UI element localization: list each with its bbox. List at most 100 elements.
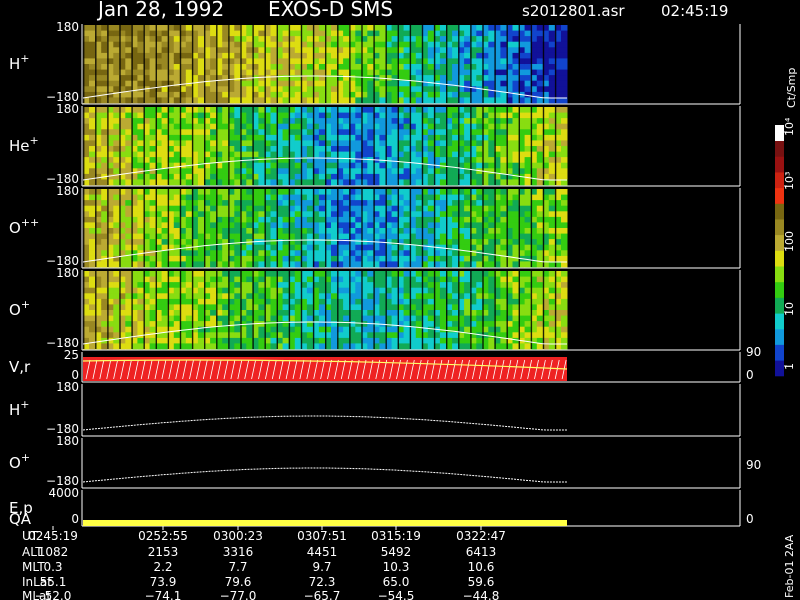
spectrogram-cell <box>149 75 157 82</box>
spectrogram-cell <box>318 97 326 104</box>
spectrogram-cell <box>306 80 314 87</box>
spectrogram-cell <box>464 205 471 212</box>
spectrogram-cell <box>403 52 411 59</box>
spectrogram-cell <box>452 310 459 316</box>
spectrogram-cell <box>367 287 374 294</box>
spectrogram-cell <box>536 293 544 300</box>
spectrogram-cell <box>524 30 532 37</box>
spectrogram-cell <box>210 250 217 257</box>
spectrogram-cell <box>355 146 362 152</box>
spectrogram-cell <box>282 36 290 43</box>
spectrogram-cell <box>427 189 435 195</box>
spectrogram-cell <box>548 80 556 87</box>
spectrogram-cell <box>427 261 435 268</box>
spectrogram-cell <box>222 36 229 43</box>
spin-gap-stripe <box>542 25 545 103</box>
spectrogram-cell <box>101 216 108 223</box>
spectrogram-cell <box>331 97 338 104</box>
spectrogram-cell <box>270 343 277 350</box>
spectrogram-cell <box>379 293 386 300</box>
spectrogram-cell <box>427 271 435 277</box>
spectrogram-cell <box>476 222 483 229</box>
spectrogram-cell <box>343 205 350 212</box>
spectrogram-cell <box>403 337 411 344</box>
spectrogram-cell <box>391 194 399 201</box>
spectrogram-cell <box>379 205 386 212</box>
spectrogram-cell <box>536 52 544 59</box>
spectrogram-cell <box>343 200 350 207</box>
spectrogram-cell <box>391 157 399 164</box>
spectrogram-cell <box>173 173 181 180</box>
spin-gap-stripe <box>167 107 170 185</box>
spectrogram-cell <box>270 107 277 113</box>
spectrogram-cell <box>234 80 241 87</box>
spectrogram-cell <box>161 157 169 164</box>
spectrogram-cell <box>173 69 181 76</box>
spectrogram-cell <box>185 91 193 98</box>
spectrogram-cell <box>367 250 374 257</box>
spectrogram-cell <box>294 343 302 350</box>
spectrogram-cell <box>403 189 411 195</box>
spectrogram-cell <box>331 298 338 305</box>
spectrogram-cell <box>210 282 217 289</box>
spectrogram-cell <box>318 332 326 339</box>
colorbar: 11010010³10⁴ <box>775 117 796 377</box>
spectrogram-cell <box>439 271 447 277</box>
spectrogram-cell <box>173 157 181 164</box>
spectrogram-cell <box>500 107 507 113</box>
spectrogram-cell <box>536 123 544 130</box>
spectrogram-cell <box>476 157 483 164</box>
spectrogram-cell <box>536 151 544 158</box>
spectrogram-cell <box>294 326 302 333</box>
spectrogram-cell <box>355 189 362 195</box>
spectrogram-cell <box>137 343 144 350</box>
spectrogram-cell <box>234 276 241 283</box>
spectrogram-cell <box>476 261 483 268</box>
spectrogram-cell <box>222 194 229 201</box>
spin-gap-stripe <box>276 107 278 185</box>
spectrogram-cell <box>367 304 374 311</box>
spectrogram-cell <box>512 47 519 54</box>
spectrogram-cell <box>318 337 326 344</box>
spectrogram-cell <box>234 310 241 316</box>
spectrogram-cell <box>464 228 471 234</box>
spectrogram-cell <box>500 233 507 240</box>
spectrogram-cell <box>137 118 144 125</box>
spectrogram-cell <box>524 58 532 65</box>
spectrogram-cell <box>161 36 169 43</box>
spectrogram-cell <box>343 151 350 158</box>
spectrogram-cell <box>415 118 423 125</box>
spectrogram-cell <box>125 129 132 136</box>
spin-gap-stripe <box>95 189 97 267</box>
spectrogram-cell <box>439 222 447 229</box>
spectrogram-cell <box>125 282 132 289</box>
spectrogram-cell <box>512 321 519 328</box>
spectrogram-cell <box>427 326 435 333</box>
spectrogram-cell <box>161 321 169 328</box>
spectrogram-cell <box>89 36 96 43</box>
spectrogram-cell <box>536 205 544 212</box>
spectrogram-cell <box>306 146 314 152</box>
spectrogram-cell <box>488 52 495 59</box>
spectrogram-cell <box>500 41 507 48</box>
qa-bar <box>83 520 567 526</box>
spectrogram-cell <box>524 194 532 201</box>
spectrogram-cell <box>331 315 338 322</box>
spectrogram-cell <box>379 282 386 289</box>
spectrogram-cell <box>197 200 205 207</box>
spectrogram-cell <box>270 244 277 251</box>
spectrogram-cell <box>439 282 447 289</box>
spectrogram-cell <box>439 233 447 240</box>
spectrogram-cell <box>427 58 435 65</box>
spectrogram-cell <box>391 216 399 223</box>
spectrogram-cell <box>548 118 556 125</box>
spectrogram-cell <box>101 47 108 54</box>
spectrogram-cell <box>173 304 181 311</box>
spectrogram-cell <box>452 118 459 125</box>
time-tick-mlt: 10.3 <box>383 560 410 574</box>
spectrogram-cell <box>210 287 217 294</box>
spectrogram-cell <box>548 189 556 195</box>
spectrogram-cell <box>222 343 229 350</box>
spectrogram-cell <box>113 97 120 104</box>
spectrogram-cell <box>464 47 471 54</box>
